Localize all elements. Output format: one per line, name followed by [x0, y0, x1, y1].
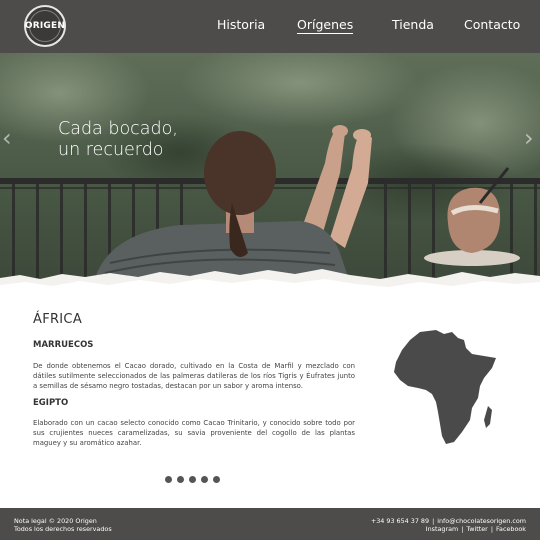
footer-contact: +34 93 654 37 89 | info@chocolatesorigen.c…: [371, 517, 526, 533]
section-title-marruecos: MARRUECOS: [33, 340, 94, 350]
facebook-link[interactable]: Facebook: [496, 525, 526, 533]
hero-caption-line2: un recuerdo: [58, 140, 164, 160]
section-title-egipto: EGIPTO: [33, 398, 69, 408]
carousel-dot[interactable]: [201, 476, 208, 483]
separator: |: [432, 517, 435, 525]
carousel-dots: [165, 476, 220, 483]
footer-legal: Nota legal © 2020 Origen Todos los derec…: [14, 517, 112, 533]
carousel-dot[interactable]: [213, 476, 220, 483]
rights-text: Todos los derechos reservados: [14, 525, 112, 533]
nav-origenes[interactable]: Orígenes: [297, 17, 354, 34]
region-title: ÁFRICA: [33, 312, 83, 327]
instagram-link[interactable]: Instagram: [426, 525, 459, 533]
chevron-right-icon[interactable]: ›: [524, 123, 538, 153]
carousel-dot[interactable]: [165, 476, 172, 483]
email-link[interactable]: info@chocolatesorigen.com: [437, 517, 526, 525]
site-footer: Nota legal © 2020 Origen Todos los derec…: [0, 508, 540, 540]
chevron-left-icon[interactable]: ‹: [2, 123, 16, 153]
carousel-dot[interactable]: [189, 476, 196, 483]
nav-tienda[interactable]: Tienda: [392, 17, 434, 32]
site-header: ORIGEN Historia Orígenes Tienda Contacto: [0, 0, 540, 53]
main-nav: Historia Orígenes Tienda Contacto: [0, 17, 540, 37]
legal-link[interactable]: Nota legal © 2020 Origen: [14, 517, 97, 525]
section-text-egipto: Elaborado con un cacao selecto conocido …: [33, 419, 355, 447]
nav-historia[interactable]: Historia: [217, 17, 265, 32]
hero-banner: Cada bocado, un recuerdo ‹ ›: [0, 53, 540, 298]
region-section: ÁFRICA MARRUECOS De donde obtenemos el C…: [0, 298, 540, 508]
twitter-link[interactable]: Twitter: [466, 525, 487, 533]
phone-text: +34 93 654 37 89: [370, 517, 430, 525]
hero-image: [0, 53, 540, 298]
carousel-dot[interactable]: [177, 476, 184, 483]
hero-caption-line1: Cada bocado,: [58, 119, 178, 139]
hero-caption: Cada bocado, un recuerdo: [58, 119, 178, 161]
africa-map-icon: [394, 330, 496, 444]
separator: |: [490, 525, 493, 533]
nav-contacto[interactable]: Contacto: [464, 17, 520, 32]
section-text-marruecos: De donde obtenemos el Cacao dorado, cult…: [33, 362, 355, 390]
